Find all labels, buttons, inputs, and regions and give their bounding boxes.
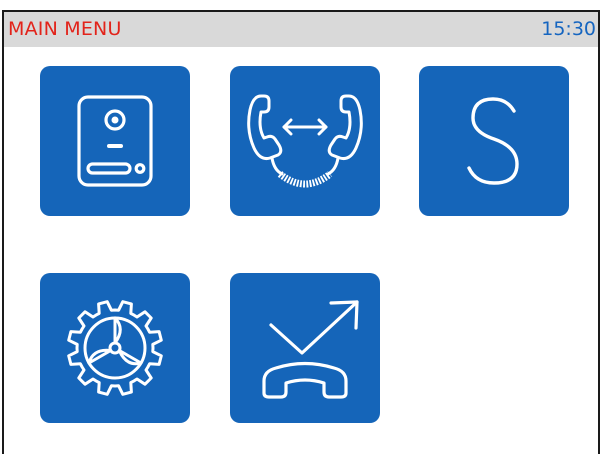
page-title: MAIN MENU: [8, 18, 122, 40]
header-bar: MAIN MENU 15:30: [4, 12, 598, 47]
gear-settings-tile[interactable]: [40, 273, 190, 423]
door-panel-icon: [77, 95, 153, 187]
call-forward-tile[interactable]: [230, 273, 380, 423]
intercom-call-tile[interactable]: [230, 66, 380, 216]
gear-settings-icon: [67, 300, 163, 396]
letter-s-icon: [467, 97, 519, 185]
letter-s-tile[interactable]: [419, 66, 569, 216]
call-forward-icon: [262, 300, 359, 399]
intercom-call-icon: [247, 94, 363, 188]
clock-time: 15:30: [541, 18, 596, 40]
door-panel-tile[interactable]: [40, 66, 190, 216]
